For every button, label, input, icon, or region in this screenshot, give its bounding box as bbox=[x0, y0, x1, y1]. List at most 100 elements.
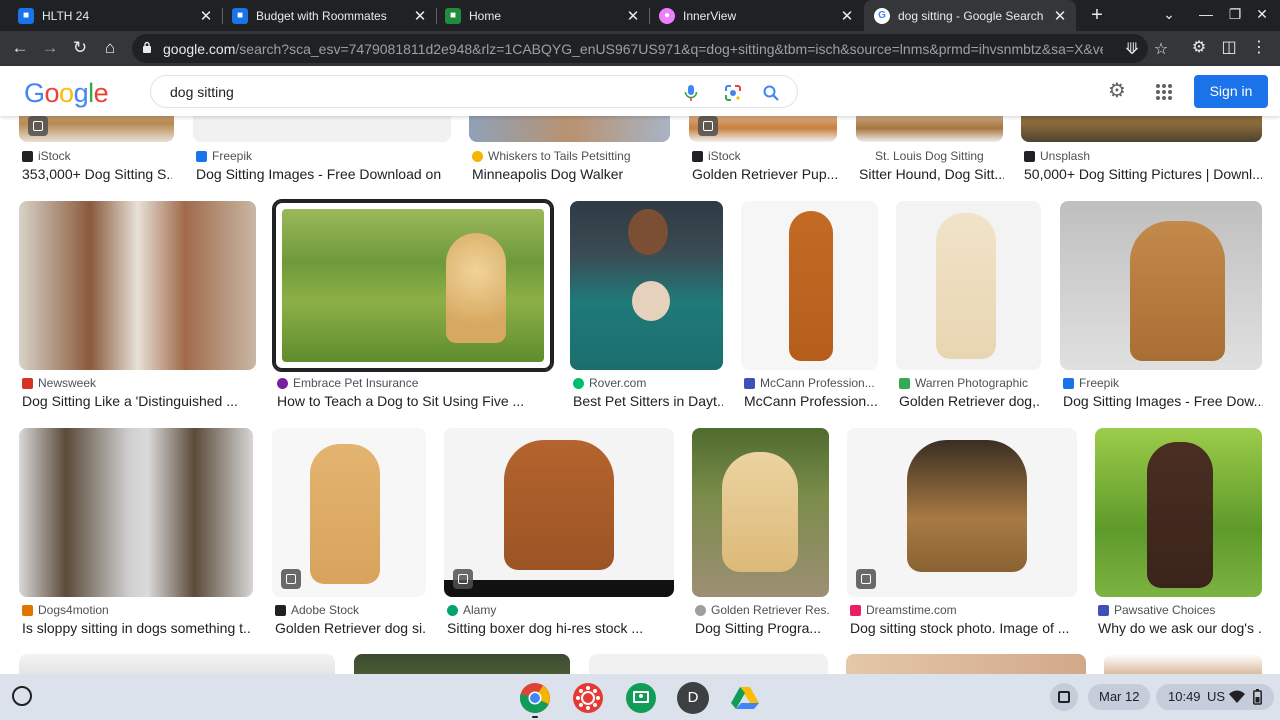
classroom-app-icon[interactable] bbox=[625, 682, 657, 714]
result-title: 353,000+ Dog Sitting S... bbox=[22, 166, 172, 182]
result-thumbnail[interactable] bbox=[896, 201, 1041, 370]
new-tab-icon[interactable]: + bbox=[1086, 4, 1108, 26]
image-badge-icon bbox=[698, 116, 718, 136]
result-thumbnail[interactable] bbox=[570, 201, 723, 370]
result-thumbnail[interactable] bbox=[354, 654, 570, 674]
logo-letter: g bbox=[73, 78, 89, 108]
image-result[interactable]: Freepik Dog Sitting Images - Free Downlo… bbox=[193, 116, 451, 186]
image-result[interactable]: Adobe Stock Golden Retriever dog si... bbox=[272, 428, 426, 638]
result-thumbnail[interactable] bbox=[1104, 654, 1262, 674]
image-result[interactable]: Golden Retriever Res... Dog Sitting Prog… bbox=[692, 428, 829, 638]
result-thumbnail[interactable] bbox=[1095, 428, 1262, 597]
image-result[interactable]: Dogs4motion Is sloppy sitting in dogs so… bbox=[19, 428, 253, 638]
google-lens-icon[interactable] bbox=[723, 83, 743, 103]
microphone-icon[interactable] bbox=[681, 83, 701, 103]
minimize-icon[interactable]: — bbox=[1196, 6, 1216, 24]
result-source: Freepik bbox=[196, 149, 446, 163]
result-thumbnail[interactable] bbox=[589, 654, 828, 674]
tab-title: Budget with Roommates bbox=[256, 8, 387, 23]
result-thumbnail[interactable] bbox=[19, 428, 253, 597]
result-thumbnail[interactable] bbox=[856, 116, 1003, 142]
extensions-icon[interactable]: ⚙ bbox=[1188, 37, 1210, 59]
canvas-app-icon[interactable] bbox=[572, 682, 604, 714]
result-title: Dog Sitting Images - Free Download on ..… bbox=[196, 166, 446, 182]
close-tab-icon[interactable]: ✕ bbox=[412, 7, 428, 25]
result-thumbnail[interactable] bbox=[1060, 201, 1262, 370]
result-title: Sitter Hound, Dog Sitt... bbox=[859, 166, 1004, 182]
result-thumbnail[interactable] bbox=[193, 116, 451, 142]
result-title: Sitting boxer dog hi-res stock ... bbox=[447, 620, 644, 636]
menu-icon[interactable]: ⋮ bbox=[1248, 37, 1270, 59]
tab-search-chevron-icon[interactable]: ⌄ bbox=[1159, 6, 1179, 24]
reload-icon[interactable]: ↻ bbox=[68, 37, 92, 59]
result-thumbnail[interactable] bbox=[741, 201, 878, 370]
close-tab-icon[interactable]: ✕ bbox=[1052, 7, 1068, 25]
result-source: Newsweek bbox=[22, 376, 252, 390]
image-result[interactable]: Alamy Sitting boxer dog hi-res stock ... bbox=[444, 428, 674, 638]
tab-innerview[interactable]: ● InnerView ✕ bbox=[641, 0, 863, 31]
google-apps-icon[interactable] bbox=[1155, 83, 1173, 101]
image-result[interactable]: Whiskers to Tails Petsitting Minneapolis… bbox=[469, 116, 670, 186]
result-title: Why do we ask our dog's ... bbox=[1098, 620, 1262, 636]
tab-hlth-24[interactable]: ■ HLTH 24 ✕ bbox=[0, 0, 222, 31]
result-thumbnail[interactable] bbox=[272, 199, 554, 372]
close-tab-icon[interactable]: ✕ bbox=[198, 7, 214, 25]
image-result[interactable]: iStock 353,000+ Dog Sitting S... bbox=[19, 116, 174, 186]
result-thumbnail[interactable] bbox=[847, 428, 1077, 597]
image-result[interactable]: Pawsative Choices Why do we ask our dog'… bbox=[1095, 428, 1262, 638]
sign-in-button[interactable]: Sign in bbox=[1194, 75, 1268, 108]
tab-dog-sitting-google-search[interactable]: G dog sitting - Google Search ✕ bbox=[864, 0, 1076, 31]
result-thumbnail[interactable] bbox=[19, 654, 335, 674]
chrome-app-icon[interactable] bbox=[519, 682, 551, 714]
image-result[interactable]: Unsplash 50,000+ Dog Sitting Pictures | … bbox=[1021, 116, 1262, 186]
image-result[interactable]: Dreamstime.com Dog sitting stock photo. … bbox=[847, 428, 1077, 638]
bookmark-star-icon[interactable]: ☆ bbox=[1151, 39, 1171, 59]
tab-home[interactable]: ■ Home ✕ bbox=[427, 0, 649, 31]
result-thumbnail[interactable] bbox=[444, 428, 674, 597]
image-result[interactable]: Freepik Dog Sitting Images - Free Dow... bbox=[1060, 201, 1263, 411]
search-input[interactable]: dog sitting bbox=[150, 75, 798, 108]
close-window-icon[interactable]: ✕ bbox=[1252, 6, 1272, 24]
image-result[interactable]: Newsweek Dog Sitting Like a 'Distinguish… bbox=[19, 201, 256, 411]
search-query: dog sitting bbox=[170, 84, 234, 100]
image-result[interactable]: St. Louis Dog Sitting Sitter Hound, Dog … bbox=[856, 116, 1004, 186]
back-icon[interactable]: ← bbox=[8, 37, 32, 59]
image-result[interactable]: McCann Profession... McCann Profession..… bbox=[741, 201, 878, 411]
tab-budget-with-roommates[interactable]: ■ Budget with Roommates ✕ bbox=[214, 0, 436, 31]
result-thumbnail[interactable] bbox=[19, 201, 256, 370]
result-title: Dog Sitting Like a 'Distinguished ... bbox=[22, 393, 238, 409]
launcher-icon[interactable] bbox=[12, 686, 32, 706]
image-result[interactable]: Embrace Pet Insurance How to Teach a Dog… bbox=[272, 199, 554, 411]
result-title: Golden Retriever dog si... bbox=[275, 620, 425, 636]
result-thumbnail[interactable] bbox=[1021, 116, 1262, 142]
result-title: Best Pet Sitters in Dayt... bbox=[573, 393, 723, 409]
image-result[interactable]: iStock Golden Retriever Pup... bbox=[689, 116, 837, 186]
side-panel-icon[interactable]: ◫ bbox=[1218, 37, 1240, 59]
image-badge-icon bbox=[453, 569, 473, 589]
address-bar[interactable]: google.com/search?sca_esv=7479081811d2e9… bbox=[132, 34, 1148, 63]
running-indicator bbox=[532, 716, 538, 718]
close-tab-icon[interactable]: ✕ bbox=[839, 7, 855, 25]
screen-capture-icon[interactable] bbox=[1050, 683, 1078, 711]
google-logo[interactable]: Google bbox=[24, 78, 109, 109]
wifi-icon bbox=[1229, 690, 1245, 703]
home-icon[interactable]: ⌂ bbox=[98, 37, 122, 59]
result-source: iStock bbox=[692, 149, 837, 163]
restore-icon[interactable]: ❐ bbox=[1225, 6, 1245, 24]
image-result[interactable]: Rover.com Best Pet Sitters in Dayt... bbox=[570, 201, 723, 411]
image-result[interactable]: Warren Photographic Golden Retriever dog… bbox=[896, 201, 1041, 411]
close-tab-icon[interactable]: ✕ bbox=[625, 7, 641, 25]
tab-title: InnerView bbox=[683, 8, 737, 23]
result-source: Adobe Stock bbox=[275, 603, 425, 617]
drive-app-icon[interactable] bbox=[729, 682, 761, 714]
forward-icon[interactable]: → bbox=[38, 37, 62, 59]
result-thumbnail[interactable] bbox=[469, 116, 670, 142]
account-app-icon[interactable]: D bbox=[677, 682, 709, 714]
result-source: Unsplash bbox=[1024, 149, 1262, 163]
settings-gear-icon[interactable]: ⚙ bbox=[1106, 80, 1128, 102]
result-thumbnail[interactable] bbox=[692, 428, 829, 597]
share-icon[interactable]: ⟱ bbox=[1122, 39, 1142, 59]
search-icon[interactable] bbox=[761, 83, 781, 103]
logo-letter: e bbox=[93, 78, 109, 108]
result-thumbnail[interactable] bbox=[846, 654, 1086, 674]
